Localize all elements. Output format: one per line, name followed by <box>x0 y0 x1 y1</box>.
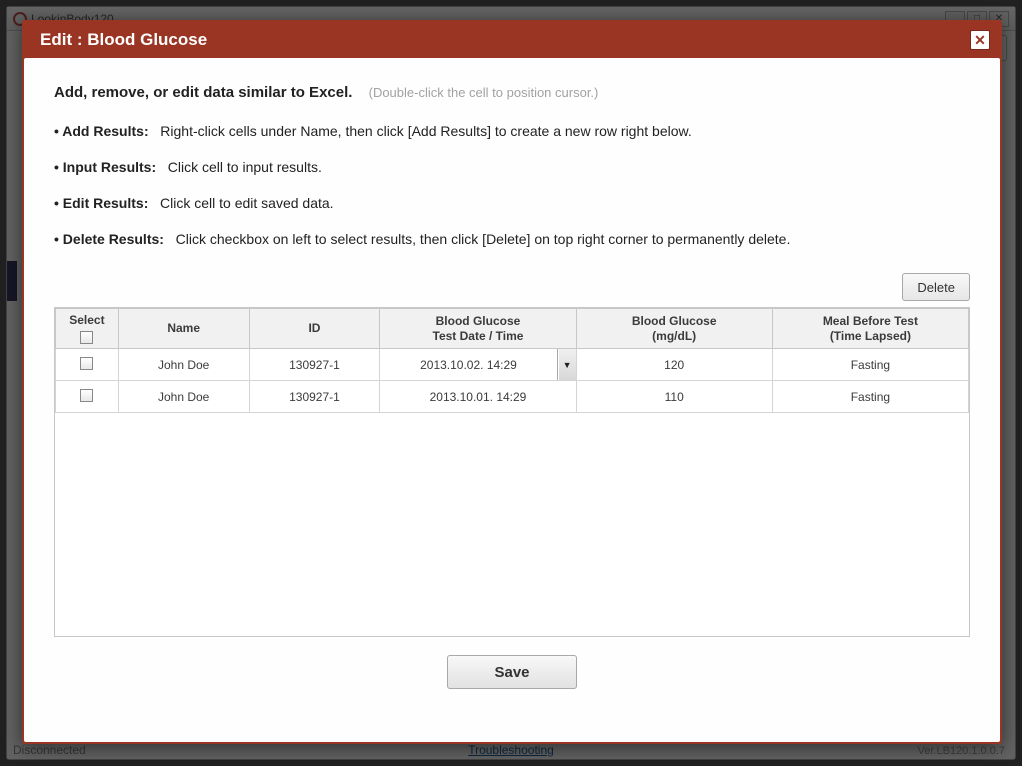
col-select: Select <box>56 309 119 349</box>
table-row: John Doe 130927-1 2013.10.02. 14:29 ▼ 12… <box>56 349 969 381</box>
save-row: Save <box>54 655 970 689</box>
col-bg-l1: Blood Glucose <box>632 314 717 328</box>
row-select[interactable] <box>56 381 119 413</box>
cell-datetime-active[interactable]: 2013.10.02. 14:29 ▼ <box>380 349 576 381</box>
instr-add: • Add Results: Right-click cells under N… <box>54 123 970 139</box>
chevron-down-icon[interactable]: ▼ <box>558 349 576 380</box>
data-grid: Select Name ID Blood Glucose Test Date /… <box>54 307 970 637</box>
col-meal-l1: Meal Before Test <box>823 314 918 328</box>
col-dt-l2: Test Date / Time <box>433 329 524 343</box>
edit-blood-glucose-modal: Edit : Blood Glucose ✕ Add, remove, or e… <box>22 20 1002 744</box>
instr-edit: • Edit Results: Click cell to edit saved… <box>54 195 970 211</box>
col-id: ID <box>249 309 380 349</box>
row-checkbox[interactable] <box>80 389 93 402</box>
grid-header: Select Name ID Blood Glucose Test Date /… <box>56 309 969 349</box>
col-datetime: Blood Glucose Test Date / Time <box>380 309 576 349</box>
table-row: John Doe 130927-1 2013.10.01. 14:29 110 … <box>56 381 969 413</box>
modal-header: Edit : Blood Glucose ✕ <box>24 22 1000 58</box>
row-select[interactable] <box>56 349 119 381</box>
delete-button[interactable]: Delete <box>902 273 970 301</box>
col-bg: Blood Glucose (mg/dL) <box>576 309 772 349</box>
intro-bold: Add, remove, or edit data similar to Exc… <box>54 84 352 101</box>
instr-delete: • Delete Results: Click checkbox on left… <box>54 231 970 247</box>
cell-name[interactable]: John Doe <box>118 381 249 413</box>
instr-delete-label: • Delete Results: <box>54 231 164 247</box>
cell-datetime[interactable]: 2013.10.01. 14:29 <box>380 381 576 413</box>
instr-delete-text: Click checkbox on left to select results… <box>176 231 791 247</box>
row-checkbox[interactable] <box>80 357 93 370</box>
cell-bg[interactable]: 110 <box>576 381 772 413</box>
cell-meal[interactable]: Fasting <box>772 349 968 381</box>
intro-hint: (Double-click the cell to position curso… <box>369 85 599 100</box>
save-button[interactable]: Save <box>447 655 577 689</box>
instr-add-label: • Add Results: <box>54 123 149 139</box>
instr-input-text: Click cell to input results. <box>168 159 322 175</box>
instr-edit-label: • Edit Results: <box>54 195 148 211</box>
modal-title: Edit : Blood Glucose <box>40 30 207 50</box>
cell-meal[interactable]: Fasting <box>772 381 968 413</box>
cell-name[interactable]: John Doe <box>118 349 249 381</box>
instr-input-label: • Input Results: <box>54 159 156 175</box>
col-meal-l2: (Time Lapsed) <box>830 329 911 343</box>
col-select-label: Select <box>69 313 104 328</box>
col-bg-l2: (mg/dL) <box>652 329 696 343</box>
dt-value[interactable]: 2013.10.02. 14:29 <box>380 349 557 380</box>
col-meal: Meal Before Test (Time Lapsed) <box>772 309 968 349</box>
cell-id[interactable]: 130927-1 <box>249 349 380 381</box>
instr-edit-text: Click cell to edit saved data. <box>160 195 334 211</box>
cell-bg[interactable]: 120 <box>576 349 772 381</box>
select-all-checkbox[interactable] <box>80 331 93 344</box>
intro-line: Add, remove, or edit data similar to Exc… <box>54 84 970 101</box>
modal-body: Add, remove, or edit data similar to Exc… <box>24 58 1000 742</box>
col-name: Name <box>118 309 249 349</box>
instr-add-text: Right-click cells under Name, then click… <box>160 123 691 139</box>
instr-input: • Input Results: Click cell to input res… <box>54 159 970 175</box>
col-dt-l1: Blood Glucose <box>436 314 521 328</box>
cell-id[interactable]: 130927-1 <box>249 381 380 413</box>
close-icon[interactable]: ✕ <box>970 30 990 50</box>
delete-row: Delete <box>54 273 970 301</box>
